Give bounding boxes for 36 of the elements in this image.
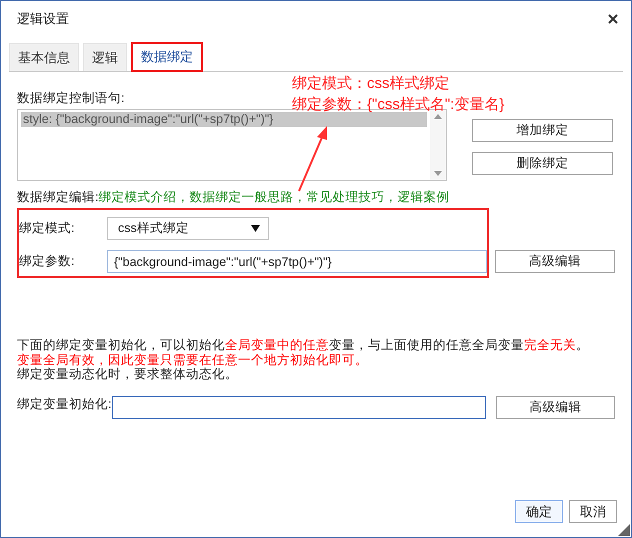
separator-text: ，: [176, 190, 190, 204]
close-icon[interactable]: [607, 13, 619, 25]
field-label: 绑定变量初始化:: [17, 396, 112, 412]
advanced-edit-button[interactable]: 高级编辑: [496, 396, 615, 418]
annotation-text: 绑定模式：css样式绑定: [292, 74, 450, 94]
side-button[interactable]: 增加绑定: [472, 119, 613, 142]
param-field[interactable]: {"background-image":"url("+sp7tp()+")"}: [107, 250, 487, 273]
annotation-arrow: [298, 126, 327, 192]
section-label: 数据绑定编辑:: [17, 190, 98, 204]
help-link[interactable]: 常见处理技巧: [306, 190, 384, 204]
separator-text: ，: [293, 190, 306, 204]
dropdown-caret-icon: [251, 225, 260, 232]
scroll-up-icon[interactable]: [434, 114, 442, 119]
tab[interactable]: 逻辑: [83, 43, 127, 71]
note-text: 绑定变量动态化时，要求整体动态化。: [17, 367, 239, 382]
dialog-button[interactable]: 确定: [515, 500, 563, 523]
statement-item[interactable]: style: {"background-image":"url("+sp7tp()+")"}: [21, 112, 427, 127]
note-text: 下面的绑定变量初始化，可以初始化全局变量中的任意变量，与上面使用的任意全局变量完全无关。: [17, 338, 590, 352]
dialog-button[interactable]: 取消: [569, 500, 617, 523]
mode-dropdown[interactable]: css样式绑定: [107, 217, 269, 240]
separator-text: ，: [384, 190, 398, 204]
field-label: 绑定参数:: [19, 253, 76, 270]
init-field[interactable]: [112, 396, 486, 418]
field-label: 绑定模式:: [19, 220, 76, 237]
tab[interactable]: 数据绑定: [131, 42, 203, 72]
resize-grip-icon[interactable]: [618, 524, 630, 536]
scroll-down-icon[interactable]: [434, 171, 442, 176]
help-link[interactable]: 逻辑案例: [397, 190, 450, 204]
note-text: 变量全局有效，因此变量只需要在任意一个地方初始化即可。: [17, 352, 369, 367]
advanced-edit-button[interactable]: 高级编辑: [495, 250, 615, 273]
side-button[interactable]: 删除绑定: [472, 152, 613, 175]
window-title: 逻辑设置: [17, 10, 69, 28]
help-link[interactable]: 绑定模式介绍: [98, 190, 176, 204]
tab[interactable]: 基本信息: [9, 43, 79, 71]
field-label: 数据绑定控制语句:: [17, 90, 124, 107]
help-link[interactable]: 数据绑定一般思路: [189, 190, 294, 204]
